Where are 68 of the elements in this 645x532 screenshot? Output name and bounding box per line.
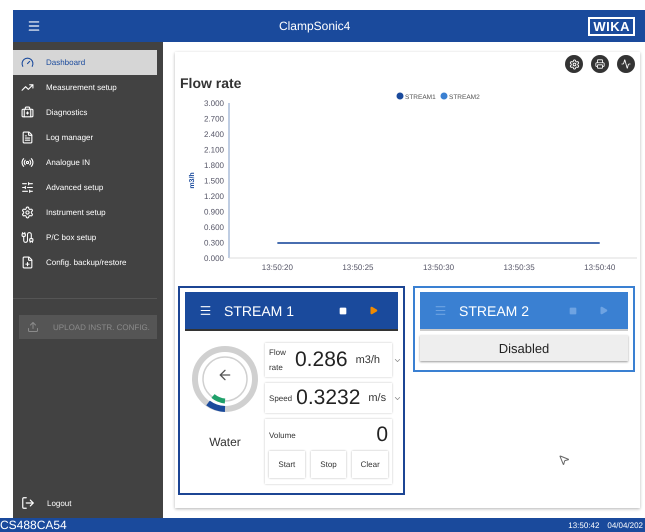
x-tick-label: 13:50:30 — [422, 263, 454, 272]
x-tick-label: 13:50:25 — [342, 263, 374, 272]
printer-icon — [595, 59, 605, 69]
y-tick-label: 0.600 — [204, 223, 224, 232]
stream-title: STREAM 1 — [224, 302, 296, 318]
y-tick-label: 2.700 — [204, 114, 224, 124]
unit-label: m3/h — [356, 354, 380, 366]
upload-icon — [27, 321, 39, 333]
sliders-icon — [21, 181, 34, 194]
y-tick-label: 1.500 — [204, 176, 224, 186]
nav-item[interactable]: Measurement setup — [13, 75, 157, 100]
activity-icon — [621, 59, 631, 69]
file-plus-icon — [21, 256, 34, 269]
signal-icon — [21, 156, 34, 169]
reading-value: 0 — [376, 423, 388, 447]
y-tick-label: 3.000 — [204, 99, 224, 108]
printer-button[interactable] — [591, 55, 609, 73]
nav-item[interactable]: Dashboard — [13, 50, 157, 75]
x-tick-label: 13:50:35 — [504, 263, 535, 272]
logout-icon — [21, 496, 35, 510]
nav-item[interactable]: P/C box setup — [13, 225, 157, 250]
cable-icon — [21, 231, 34, 244]
date-label: 04/04/202 — [607, 520, 643, 530]
chart-title: Flow rate — [180, 75, 242, 91]
nav-item[interactable]: Config. backup/restore — [13, 250, 157, 275]
reading-value: 0.3232 — [296, 386, 360, 410]
gauge-icon — [21, 56, 34, 69]
y-tick-label: 2.100 — [204, 146, 224, 154]
pointer-icon — [558, 454, 570, 466]
device-id: CS488CA54 — [0, 518, 67, 532]
medical-kit-icon — [21, 106, 34, 119]
time-label: 13:50:42 — [568, 520, 600, 530]
gauge-drawing — [191, 345, 259, 413]
medium-label: Water — [209, 435, 241, 449]
menu-icon[interactable] — [199, 304, 212, 317]
app-title: ClampSonic4 — [278, 19, 352, 33]
y-tick-label: 0.000 — [204, 254, 224, 263]
nav-item[interactable]: Advanced setup — [13, 175, 157, 200]
nav-item[interactable]: Diagnostics — [13, 100, 157, 125]
reading-label: Speed — [269, 394, 292, 402]
logo: WIKA — [588, 16, 635, 36]
logout-item[interactable]: Logout — [13, 488, 163, 518]
nav-item[interactable]: Log manager — [13, 125, 157, 150]
nav-item[interactable]: Instrument setup — [13, 200, 157, 225]
reading-label: Volume — [269, 430, 296, 440]
document-icon — [21, 131, 34, 144]
stream-title: STREAM 2 — [459, 302, 530, 318]
totalizer-button[interactable]: Start — [269, 451, 305, 478]
status-bar: Disabled — [420, 335, 628, 361]
x-tick-label: 13:50:20 — [262, 263, 293, 272]
totalizer-button[interactable]: Clear — [352, 451, 388, 478]
settings-icon — [568, 58, 580, 70]
y-tick-label: 2.400 — [204, 130, 224, 139]
totalizer-button[interactable]: Stop — [310, 451, 346, 478]
play-icon[interactable] — [369, 306, 378, 315]
reading-value: 0.286 — [295, 348, 348, 372]
x-tick-label: 13:50:40 — [584, 263, 616, 272]
nav-item[interactable]: Analogue IN — [13, 150, 157, 175]
y-tick-label: 0.300 — [204, 238, 224, 248]
settings-button[interactable] — [565, 55, 583, 73]
unit-label: m/s — [368, 392, 386, 404]
reading-label: Flow rate — [269, 347, 287, 374]
menu-icon[interactable] — [27, 19, 41, 33]
settings-icon — [21, 206, 34, 219]
activity-button[interactable] — [617, 55, 635, 73]
y-tick-label: 1.200 — [204, 192, 224, 201]
y-tick-label: 1.800 — [204, 161, 224, 170]
y-tick-label: 0.900 — [204, 208, 224, 216]
